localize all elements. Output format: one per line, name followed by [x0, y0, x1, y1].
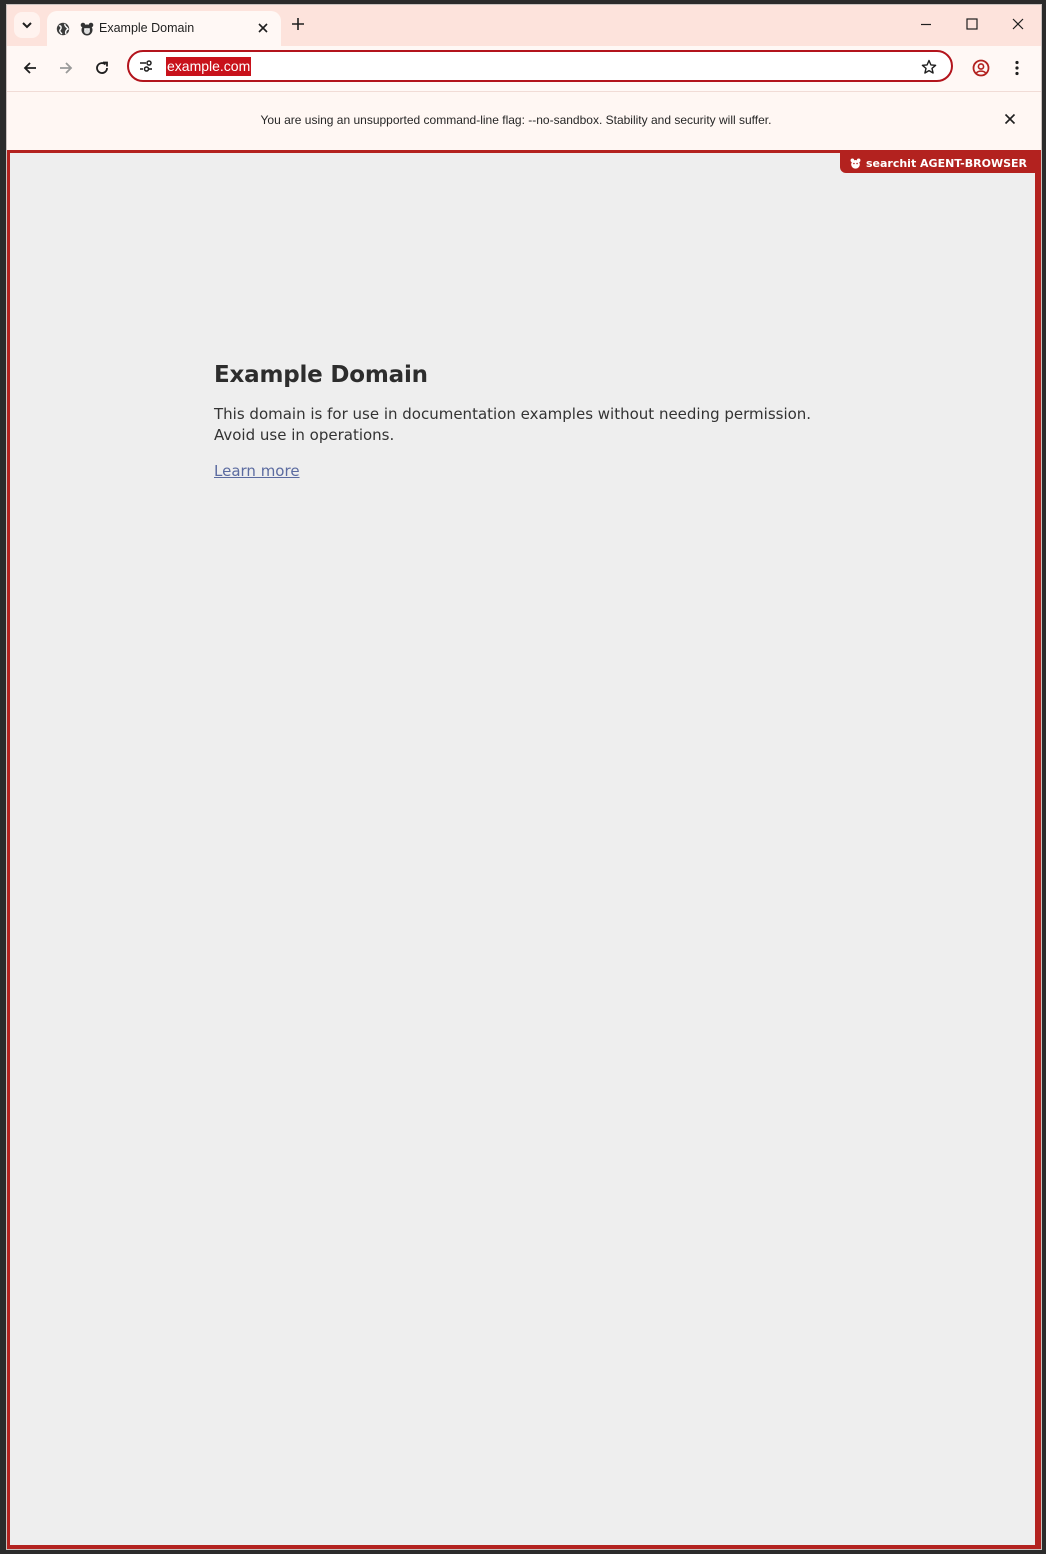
agent-browser-badge: searchit AGENT-BROWSER [839, 153, 1035, 173]
back-icon[interactable] [22, 60, 38, 76]
forward-icon[interactable] [58, 60, 74, 76]
star-icon[interactable] [921, 59, 937, 75]
sandbox-warning-infobar: You are using an unsupported command-lin… [7, 92, 1041, 150]
toolbar: example.com [7, 46, 1041, 92]
plus-icon[interactable] [291, 17, 305, 31]
browser-window: Example Domain example.com You are using… [6, 4, 1042, 1550]
page-description: This domain is for use in documentation … [214, 405, 812, 444]
tab-example-domain[interactable]: Example Domain [47, 11, 281, 46]
bear-favicon-icon [80, 22, 94, 36]
chevron-down-icon [22, 22, 32, 29]
close-icon[interactable] [257, 22, 269, 34]
close-icon[interactable] [1004, 113, 1016, 125]
globe-icon [56, 22, 70, 36]
agent-frame: searchit AGENT-BROWSER Example Domain Th… [7, 150, 1041, 1549]
close-window-icon[interactable] [1011, 17, 1025, 31]
page-title: Example Domain [214, 362, 428, 388]
menu-icon[interactable] [1013, 59, 1021, 77]
infobar-message: You are using an unsupported command-lin… [260, 113, 772, 127]
tab-search-button[interactable] [14, 12, 40, 38]
url-text[interactable]: example.com [166, 57, 252, 76]
tab-strip: Example Domain [7, 5, 1041, 46]
agent-badge-label: searchit AGENT-BROWSER [865, 156, 1027, 170]
maximize-icon[interactable] [965, 17, 979, 31]
profile-icon[interactable] [972, 59, 990, 77]
omnibox[interactable]: example.com [127, 50, 953, 82]
learn-more-link[interactable]: Learn more [214, 462, 300, 480]
minimize-icon[interactable] [919, 17, 933, 31]
tab-title: Example Domain [99, 21, 195, 35]
site-info-icon[interactable] [139, 60, 153, 72]
reload-icon[interactable] [94, 60, 110, 76]
page-content: Example Domain This domain is for use in… [214, 362, 834, 480]
page-viewport: searchit AGENT-BROWSER Example Domain Th… [10, 153, 1035, 1545]
bear-icon [850, 158, 861, 169]
